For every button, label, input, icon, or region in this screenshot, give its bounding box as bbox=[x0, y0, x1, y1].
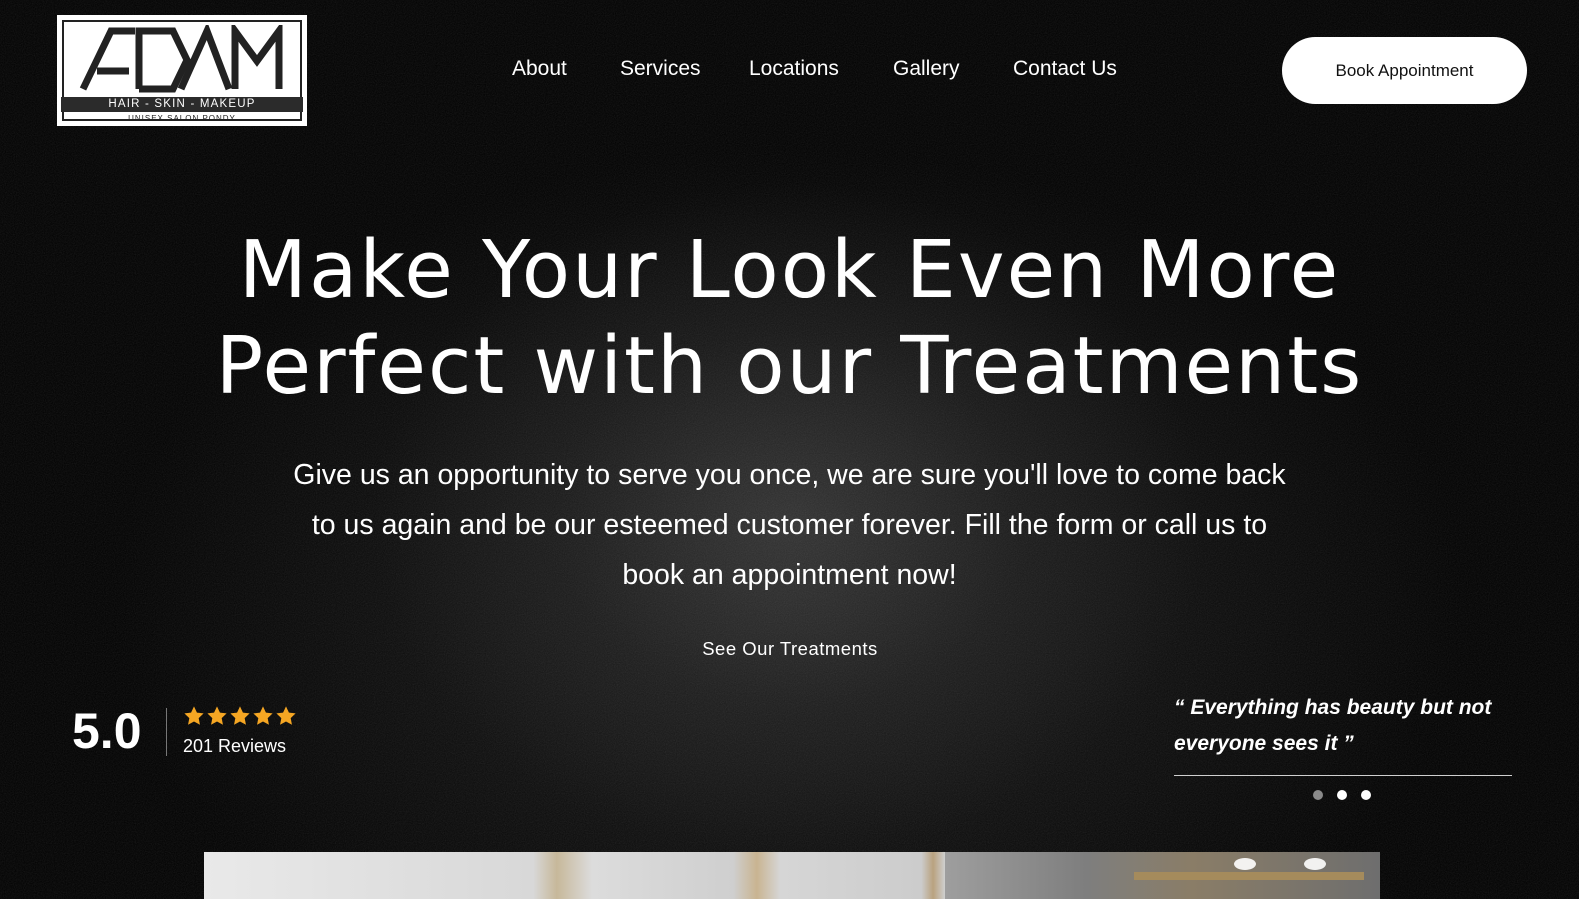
hero-title: Make Your Look Even More Perfect with ou… bbox=[150, 222, 1429, 414]
nav-item-about[interactable]: About bbox=[512, 54, 567, 84]
slider-dots bbox=[1313, 790, 1371, 800]
nav-item-gallery[interactable]: Gallery bbox=[893, 54, 960, 84]
testimonial-quote: “ Everything has beauty but not everyone… bbox=[1174, 696, 1492, 755]
rating-divider bbox=[166, 708, 167, 756]
ceiling-light bbox=[1304, 858, 1326, 870]
slider-dot-2[interactable] bbox=[1337, 790, 1347, 800]
logo-subtitle: UNISEX SALON PONDY bbox=[128, 114, 236, 123]
hero-description: Give us an opportunity to serve you once… bbox=[293, 459, 1286, 591]
hero-title-line-2: Perfect with our Treatments bbox=[215, 320, 1364, 412]
site-header: HAIR - SKIN - MAKEUP UNISEX SALON PONDY … bbox=[0, 0, 1579, 140]
star-icon bbox=[207, 706, 227, 725]
shelf bbox=[1134, 872, 1364, 880]
slider-dot-3[interactable] bbox=[1361, 790, 1371, 800]
book-appointment-button[interactable]: Book Appointment bbox=[1282, 37, 1527, 104]
star-icon bbox=[184, 706, 204, 725]
see-treatments-link[interactable]: See Our Treatments bbox=[640, 638, 940, 660]
slider-dot-1[interactable] bbox=[1313, 790, 1323, 800]
rating-stars bbox=[183, 705, 297, 729]
logo-tagline: HAIR - SKIN - MAKEUP bbox=[61, 97, 303, 112]
star-icon bbox=[253, 706, 273, 725]
quote-underline bbox=[1174, 775, 1512, 776]
hero-title-line-1: Make Your Look Even More bbox=[238, 224, 1341, 316]
star-icon bbox=[230, 706, 250, 725]
salon-interior-image bbox=[204, 852, 1380, 899]
nav-item-contact-us[interactable]: Contact Us bbox=[1013, 54, 1117, 84]
rating-score: 5.0 bbox=[72, 703, 142, 759]
nav-item-locations[interactable]: Locations bbox=[749, 54, 839, 84]
ceiling-light bbox=[1234, 858, 1256, 870]
review-count: 201 Reviews bbox=[183, 736, 287, 756]
star-icon bbox=[276, 706, 296, 725]
nav-item-services[interactable]: Services bbox=[620, 54, 701, 84]
